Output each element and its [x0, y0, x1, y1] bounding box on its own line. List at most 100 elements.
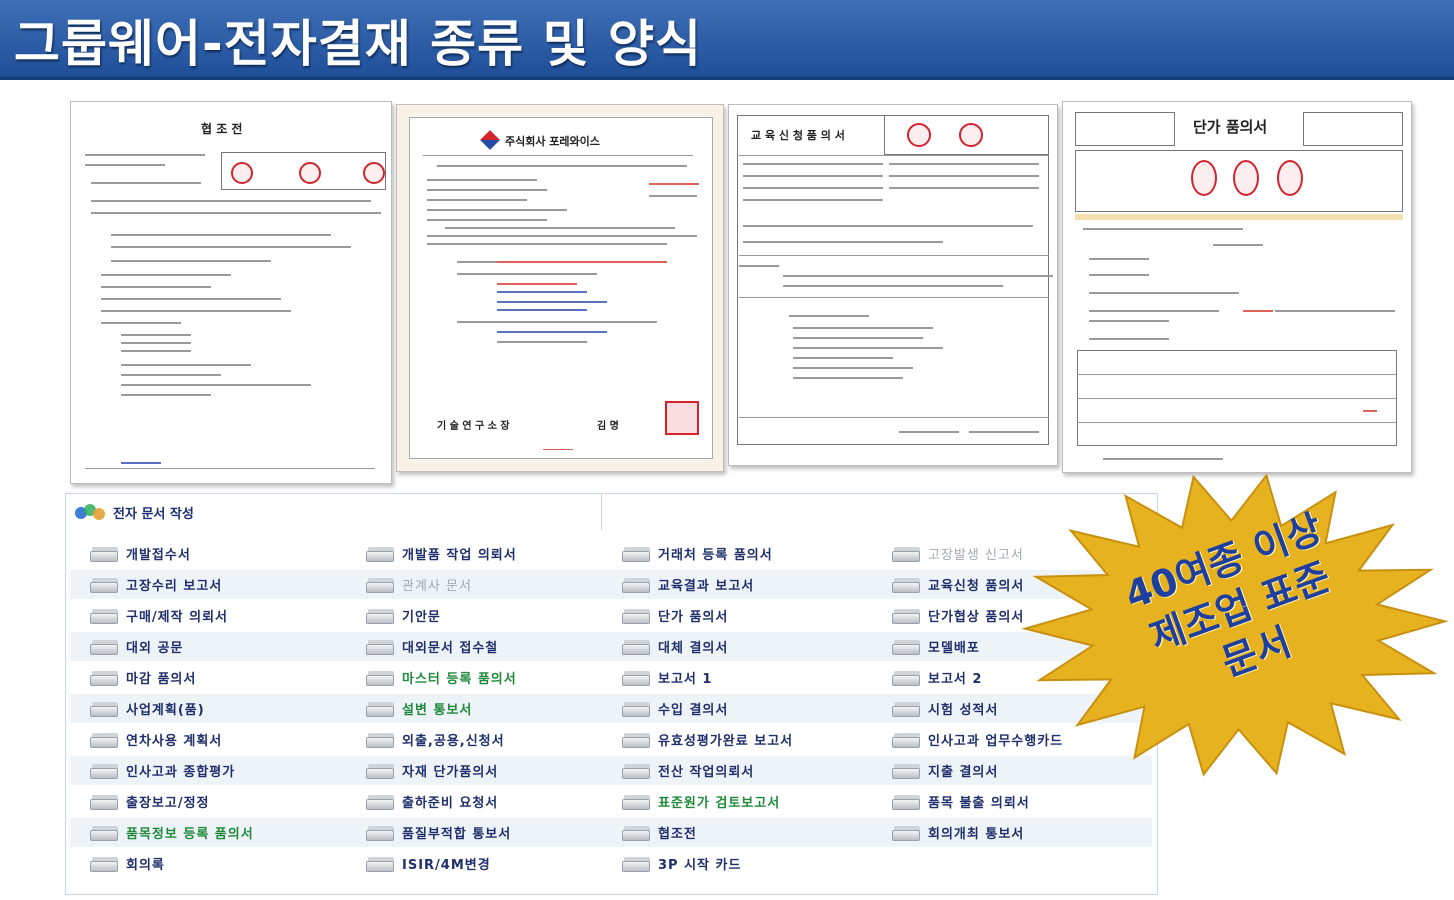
approval-stamp [959, 123, 983, 147]
folder-icon [366, 824, 396, 841]
document-thumbnail-official-letter[interactable]: 주식회사 포레와이스 기 술 연 구 소 장 김 명 [396, 104, 724, 472]
folder-icon [366, 731, 396, 748]
document-template-link[interactable]: ISIR/4M변경 [366, 853, 491, 873]
folder-icon [892, 700, 922, 717]
document-template-label: 고장발생 신고서 [928, 547, 1024, 563]
document-template-label: 기안문 [402, 609, 441, 625]
document-template-link[interactable]: 외출,공용,신청서 [366, 729, 505, 749]
folder-icon [622, 731, 652, 748]
document-template-link[interactable]: 기안문 [366, 605, 441, 625]
document-template-label: 자재 단가품의서 [402, 764, 499, 780]
document-template-link[interactable]: 대체 결의서 [622, 636, 728, 656]
document-template-link[interactable]: 품질부적합 통보서 [366, 822, 511, 842]
document-template-link[interactable]: 회의개최 통보서 [892, 822, 1024, 842]
document-template-link[interactable]: 교육신청 품의서 [892, 574, 1024, 594]
folder-icon [90, 700, 120, 717]
document-template-label: 회의개최 통보서 [928, 826, 1025, 842]
document-template-link[interactable]: 보고서 2 [892, 667, 982, 687]
document-thumbnail-price-approval[interactable]: 단가 품의서 [1062, 101, 1412, 473]
document-template-link[interactable]: 표준원가 검토보고서 [622, 791, 780, 811]
folder-icon [366, 700, 396, 717]
folder-icon [90, 731, 120, 748]
approval-stamp [907, 123, 931, 147]
document-template-link[interactable]: 고장발생 신고서 [892, 543, 1024, 563]
document-template-link[interactable]: 구매/제작 의뢰서 [90, 605, 228, 625]
document-template-link[interactable]: 지출 결의서 [892, 760, 998, 780]
document-template-link[interactable]: 마스터 등록 품의서 [366, 667, 517, 687]
document-template-link[interactable]: 보고서 1 [622, 667, 712, 687]
list-row-band [70, 849, 1152, 878]
document-template-link[interactable]: 출하준비 요청서 [366, 791, 498, 811]
document-template-label: 마감 품의서 [126, 671, 197, 687]
document-template-link[interactable]: 전산 작업의뢰서 [622, 760, 754, 780]
document-template-link[interactable]: 고장수리 보고서 [90, 574, 222, 594]
document-template-label: 출하준비 요청서 [402, 795, 499, 811]
document-template-label: 모델배포 [928, 640, 980, 656]
folder-icon [366, 762, 396, 779]
document-template-link[interactable]: 회의록 [90, 853, 165, 873]
title-bar: 그룹웨어-전자결재 종류 및 양식 [0, 0, 1454, 80]
document-template-link[interactable]: 유효성평가완료 보고서 [622, 729, 793, 749]
document-template-label: 구매/제작 의뢰서 [126, 609, 228, 625]
folder-icon [622, 824, 652, 841]
document-template-link[interactable]: 사업계획(품) [90, 698, 205, 718]
folder-icon [622, 576, 652, 593]
document-thumbnail-training-request[interactable]: 교 육 신 청 품 의 서 [728, 104, 1058, 466]
folder-icon [90, 762, 120, 779]
document-template-link[interactable]: 자재 단가품의서 [366, 760, 498, 780]
document-template-link[interactable]: 인사고과 종합평가 [90, 760, 235, 780]
document-template-link[interactable]: 시험 성적서 [892, 698, 998, 718]
document-template-label: 사업계획(품) [126, 702, 205, 718]
document-template-link[interactable]: 단가협상 품의서 [892, 605, 1024, 625]
document-template-link[interactable]: 모델배포 [892, 636, 980, 656]
document-template-label: 대체 결의서 [658, 640, 729, 656]
doc-heading: 협 조 전 [201, 122, 243, 136]
document-template-label: 개발품 작업 의뢰서 [402, 547, 517, 563]
document-template-label: 협조전 [658, 826, 697, 842]
document-template-label: 마스터 등록 품의서 [402, 671, 517, 687]
document-template-label: 3P 시작 카드 [658, 857, 742, 873]
document-template-link[interactable]: 거래처 등록 품의서 [622, 543, 773, 563]
document-template-link[interactable]: 대외문서 접수철 [366, 636, 498, 656]
folder-icon [90, 638, 120, 655]
document-template-label: 교육신청 품의서 [928, 578, 1025, 594]
document-template-label: 유효성평가완료 보고서 [658, 733, 794, 749]
document-template-link[interactable]: 교육결과 보고서 [622, 574, 754, 594]
folder-icon [622, 669, 652, 686]
document-template-label: 대외 공문 [126, 640, 184, 656]
folder-icon [90, 793, 120, 810]
approval-stamp [1233, 160, 1259, 196]
document-template-link[interactable]: 단가 품의서 [622, 605, 728, 625]
document-template-link[interactable]: 개발접수서 [90, 543, 191, 563]
document-template-link[interactable]: 3P 시작 카드 [622, 853, 741, 873]
company-name: 주식회사 포레와이스 [505, 135, 600, 148]
folder-icon [90, 607, 120, 624]
document-template-link[interactable]: 수입 결의서 [622, 698, 728, 718]
folder-icon [366, 855, 396, 872]
document-template-label: 거래처 등록 품의서 [658, 547, 773, 563]
document-template-link[interactable]: 마감 품의서 [90, 667, 196, 687]
document-template-link[interactable]: 관계사 문서 [366, 574, 472, 594]
document-template-link[interactable]: 대외 공문 [90, 636, 183, 656]
folder-icon [366, 669, 396, 686]
document-template-link[interactable]: 출장보고/정정 [90, 791, 210, 811]
document-template-label: 보고서 1 [658, 671, 713, 687]
folder-icon [90, 576, 120, 593]
document-template-link[interactable]: 설변 통보서 [366, 698, 472, 718]
folder-icon [366, 545, 396, 562]
document-template-link[interactable]: 연차사용 계획서 [90, 729, 222, 749]
document-template-link[interactable]: 협조전 [622, 822, 697, 842]
document-template-link[interactable]: 개발품 작업 의뢰서 [366, 543, 517, 563]
folder-icon [892, 607, 922, 624]
approval-stamp [1277, 160, 1303, 196]
folder-icon [622, 607, 652, 624]
folder-icon [892, 669, 922, 686]
document-template-link[interactable]: 품목정보 등록 품의서 [90, 822, 254, 842]
document-template-link[interactable]: 품목 불출 의뢰서 [892, 791, 1030, 811]
document-template-label: 수입 결의서 [658, 702, 729, 718]
list-row-band [70, 632, 1152, 661]
document-thumbnail-cooperation[interactable]: 협 조 전 [70, 101, 392, 484]
document-template-label: 품목 불출 의뢰서 [928, 795, 1030, 811]
document-template-label: 연차사용 계획서 [126, 733, 223, 749]
folder-icon [622, 700, 652, 717]
